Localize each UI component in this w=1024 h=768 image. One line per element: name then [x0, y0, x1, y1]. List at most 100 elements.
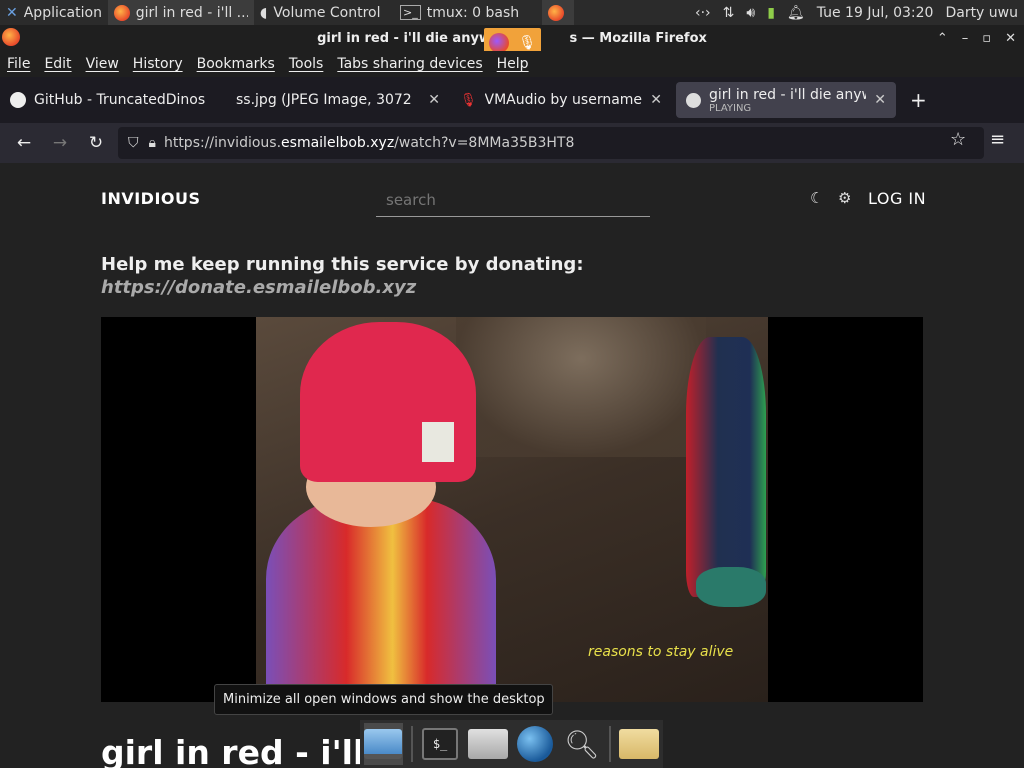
menu-tabs-sharing-devices[interactable]: Tabs sharing devices [330, 56, 489, 72]
video-child-body [266, 497, 496, 702]
video-frame[interactable]: reasons to stay alive [256, 317, 768, 702]
url-text[interactable]: https://invidious.esmailelbob.xyz/watch?… [164, 135, 574, 151]
video-title: girl in red - i'll [101, 733, 365, 768]
firefox-icon [2, 28, 20, 46]
donate-link[interactable]: https://donate.esmailelbob.xyz [101, 277, 416, 298]
close-tab-icon[interactable]: ✕ [428, 92, 440, 108]
magnifier-icon: 🔍︎ [564, 727, 600, 761]
maximize-button[interactable]: ▫ [982, 31, 991, 46]
terminal-icon: $_ [422, 728, 459, 760]
login-button[interactable]: LOG IN [868, 189, 926, 208]
window-title-tail: s — Mozilla Firefox [569, 30, 707, 46]
task-label: Volume Control [273, 4, 381, 21]
xfce-icon: ✕ [6, 4, 18, 21]
lock-icon[interactable]: 🔒︎ [149, 135, 156, 151]
hamburger-menu-icon[interactable]: ≡ [990, 129, 1005, 150]
site-logo[interactable]: INVIDIOUS [101, 189, 201, 208]
video-hat-badge [422, 422, 454, 462]
menu-help[interactable]: Help [490, 56, 536, 72]
back-button[interactable]: ← [6, 127, 42, 159]
url-prefix: https://invidious. [163, 135, 282, 151]
video-caption: reasons to stay alive [588, 644, 734, 660]
terminal-launcher[interactable]: $_ [421, 723, 460, 765]
show-desktop-tooltip: Minimize all open windows and show the d… [214, 684, 553, 715]
task-tmux[interactable]: >_ tmux: 0 bash [394, 0, 542, 25]
preferences-gear-icon[interactable]: ⚙ [838, 189, 851, 207]
speaker-icon[interactable]: 🔊︎ [746, 5, 755, 21]
app-finder-launcher[interactable]: 🔍︎ [562, 723, 601, 765]
task-label: girl in red - i'll ... [135, 4, 248, 21]
firefox-icon [114, 4, 130, 21]
close-window-button[interactable]: ✕ [1005, 31, 1016, 46]
dock-separator [609, 726, 611, 762]
user-name[interactable]: Darty uwu [945, 5, 1018, 21]
shield-icon[interactable]: ⛉ [128, 135, 139, 151]
menu-file[interactable]: File [0, 56, 37, 72]
tab-girl-in-red[interactable]: girl in red - i'll die anyway PLAYING ✕ [676, 82, 896, 118]
close-tab-icon[interactable]: ✕ [874, 92, 886, 108]
invidious-icon [686, 92, 701, 108]
firefox-icon [548, 4, 564, 21]
tab-label-group: girl in red - i'll die anyway PLAYING [709, 87, 866, 114]
search-input[interactable] [376, 183, 650, 217]
globe-icon [516, 726, 553, 762]
clock[interactable]: Tue 19 Jul, 03:20 [817, 5, 934, 21]
firefox-icon [488, 33, 509, 53]
microphone-icon: 🎙︎ [518, 35, 537, 51]
top-panel: ✕ Applications girl in red - i'll ... ◖ … [0, 0, 1024, 25]
task-volume-control[interactable]: ◖ Volume Control [254, 0, 394, 25]
tab-label: VMAudio by usernamee [484, 92, 643, 108]
close-tab-icon[interactable]: ✕ [650, 92, 662, 108]
reload-button[interactable]: ↻ [78, 127, 114, 159]
task-firefox[interactable]: girl in red - i'll ... [108, 0, 254, 25]
github-icon [10, 92, 26, 108]
applications-menu[interactable]: ✕ Applications [0, 0, 108, 25]
menu-tools[interactable]: Tools [282, 56, 331, 72]
video-tree-roots [456, 317, 706, 457]
folder-launcher[interactable] [619, 723, 659, 765]
notification-bell-icon[interactable]: 🔔︎ [787, 5, 805, 21]
video-player[interactable]: reasons to stay alive [101, 317, 923, 702]
battery-icon[interactable]: ▮ [767, 5, 775, 21]
tab-label: GitHub - TruncatedDinos [34, 92, 206, 108]
terminal-icon: >_ [400, 5, 421, 20]
tab-vmaudio[interactable]: 🎙︎ VMAudio by usernamee ✕ [450, 82, 672, 118]
home-folder-icon [467, 729, 508, 759]
menu-bar: File Edit View History Bookmarks Tools T… [0, 51, 1024, 77]
microphone-icon: 🎙︎ [460, 92, 477, 108]
tab-playing-status: PLAYING [709, 102, 752, 114]
chevron-up-icon[interactable]: ⌃ [937, 31, 948, 46]
tab-label: ss.jpg (JPEG Image, 3072 [236, 92, 412, 108]
network-arrows-icon[interactable]: ‹·› [695, 5, 711, 21]
menu-view[interactable]: View [79, 56, 126, 72]
page-content: INVIDIOUS ☾ ⚙ LOG IN Help me keep runnin… [0, 163, 1024, 768]
menu-bookmarks[interactable]: Bookmarks [190, 56, 282, 72]
tab-github[interactable]: GitHub - TruncatedDinos [0, 82, 226, 118]
network-transfer-icon[interactable]: ⇅ [723, 5, 735, 21]
volume-control-icon: ◖ [260, 4, 268, 21]
url-bar[interactable]: ⛉ 🔒︎ https://invidious.esmailelbob.xyz/w… [118, 127, 984, 159]
task-label: tmux: 0 bash [426, 4, 520, 21]
web-browser-launcher[interactable] [516, 723, 555, 765]
dark-mode-moon-icon[interactable]: ☾ [810, 189, 823, 207]
url-host: esmailelbob.xyz [281, 135, 395, 151]
applications-label: Applications [23, 4, 102, 21]
tab-strip: GitHub - TruncatedDinos ss.jpg (JPEG Ima… [0, 77, 1024, 123]
video-boots [696, 567, 766, 607]
file-manager-launcher[interactable] [467, 723, 508, 765]
task-firefox-2[interactable] [542, 0, 574, 25]
folder-icon [619, 729, 659, 759]
minimize-button[interactable]: – [962, 31, 969, 46]
menu-edit[interactable]: Edit [37, 56, 78, 72]
system-tray: ‹·› ⇅ 🔊︎ ▮ 🔔︎ Tue 19 Jul, 03:20 Darty uw… [695, 0, 1024, 25]
tab-ss-jpg[interactable]: ss.jpg (JPEG Image, 3072 ✕ [226, 82, 450, 118]
forward-button[interactable]: → [42, 127, 78, 159]
dock-separator [410, 726, 413, 762]
menu-history[interactable]: History [126, 56, 190, 72]
new-tab-button[interactable]: + [910, 88, 927, 112]
bookmark-star-icon[interactable]: ☆ [950, 129, 966, 150]
show-desktop-icon [364, 729, 403, 759]
show-desktop-button[interactable] [364, 723, 403, 765]
navigation-bar: ← → ↻ ⛉ 🔒︎ https://invidious.esmailelbob… [0, 123, 1024, 163]
tab-label: girl in red - i'll die anyway [709, 86, 866, 103]
